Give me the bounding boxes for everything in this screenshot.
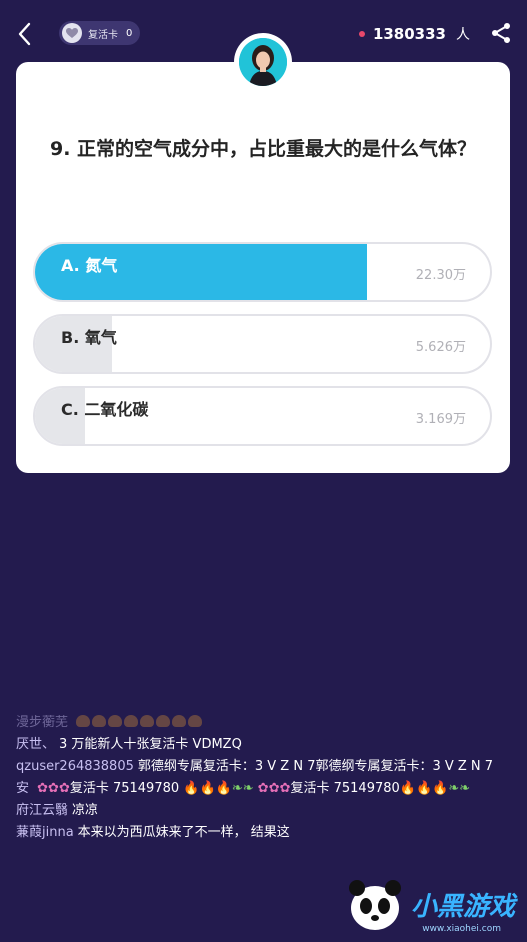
revive-card-badge[interactable]: 复活卡 0 [59,21,141,45]
revive-card-count: 0 [126,27,133,39]
viewer-number: 1380333 [372,25,446,43]
chat-text: 郭德纲专属复活卡：3 V Z N 7郭德纲专属复活卡：3 V Z N 7 [137,759,494,774]
chat-username: qzuser264838805 [16,759,134,774]
answer-option-a[interactable]: A. 氮气 22.30万 [33,242,492,302]
chat-message: 安 ✿✿✿复活卡 75149780 🔥🔥🔥❧❧ ✿✿✿复活卡 75149780🔥… [16,778,516,800]
host-avatar-frame [234,33,292,91]
chat-text: 凉凉 [72,803,99,818]
chat-text: 3 万能新人十张复活卡 VDMZQ [59,737,242,752]
chat-text: 复活卡 75149780 [290,781,400,796]
chat-message: 厌世、 3 万能新人十张复活卡 VDMZQ [16,734,516,756]
question-card: 9. 正常的空气成分中，占比重最大的是什么气体？ A. 氮气 22.30万 B.… [16,62,510,473]
live-dot-icon [358,31,365,37]
leaf-icon: ❧❧ [231,781,254,796]
site-watermark: 小黑游戏 www.xiaohei.com [323,872,515,936]
fire-icon: 🔥🔥🔥 [399,781,449,796]
fire-icon: 🔥🔥🔥 [183,781,232,796]
chat-message: 漫步蘅芜 [16,712,516,734]
chat-username: 漫步蘅芜 [16,715,69,730]
watermark-url: www.xiaohei.com [422,924,501,934]
answer-option-b[interactable]: B. 氧气 5.626万 [33,314,492,374]
emoji-row-icon [76,715,204,730]
answer-count: 3.169万 [415,412,466,427]
chat-message: 蒹葭jinna 本来以为西瓜妹来了不一样， 结果这 [16,822,516,844]
leaf-icon: ❧❧ [448,781,471,796]
answer-count: 22.30万 [415,268,466,283]
flower-icon: ✿✿✿ [257,781,291,796]
chat-username: 府江云翳 [16,803,69,818]
chat-feed: 漫步蘅芜 厌世、 3 万能新人十张复活卡 VDMZQ qzuser26483880… [16,712,516,844]
share-icon[interactable] [489,21,513,45]
question-text: 9. 正常的空气成分中，占比重最大的是什么气体？ [49,138,477,160]
chat-username: 蒹葭jinna [16,825,74,840]
watermark-text: 小黑游戏 [410,891,515,922]
revive-card-label: 复活卡 [88,29,118,41]
chat-message: qzuser264838805 郭德纲专属复活卡：3 V Z N 7郭德纲专属复活… [16,756,516,778]
chat-username: 厌世、 [16,737,56,752]
back-icon[interactable] [14,20,36,48]
viewer-unit: 人 [456,27,470,43]
answer-label: C. 二氧化碳 [61,400,149,419]
panda-logo-icon [348,880,401,930]
answer-count: 5.626万 [415,340,466,355]
viewer-count: 1380333 人 [358,24,470,44]
answer-option-c[interactable]: C. 二氧化碳 3.169万 [33,386,492,446]
chat-text: 复活卡 75149780 [69,781,180,796]
flower-icon: ✿✿✿ [37,781,70,796]
chat-message: 府江云翳 凉凉 [16,800,516,822]
answer-label: B. 氧气 [61,328,117,347]
answer-label: A. 氮气 [61,256,118,275]
host-avatar[interactable] [239,38,287,86]
chat-username: 安 [16,781,30,796]
heart-icon [62,23,82,43]
chat-text: 本来以为西瓜妹来了不一样， 结果这 [77,825,290,840]
